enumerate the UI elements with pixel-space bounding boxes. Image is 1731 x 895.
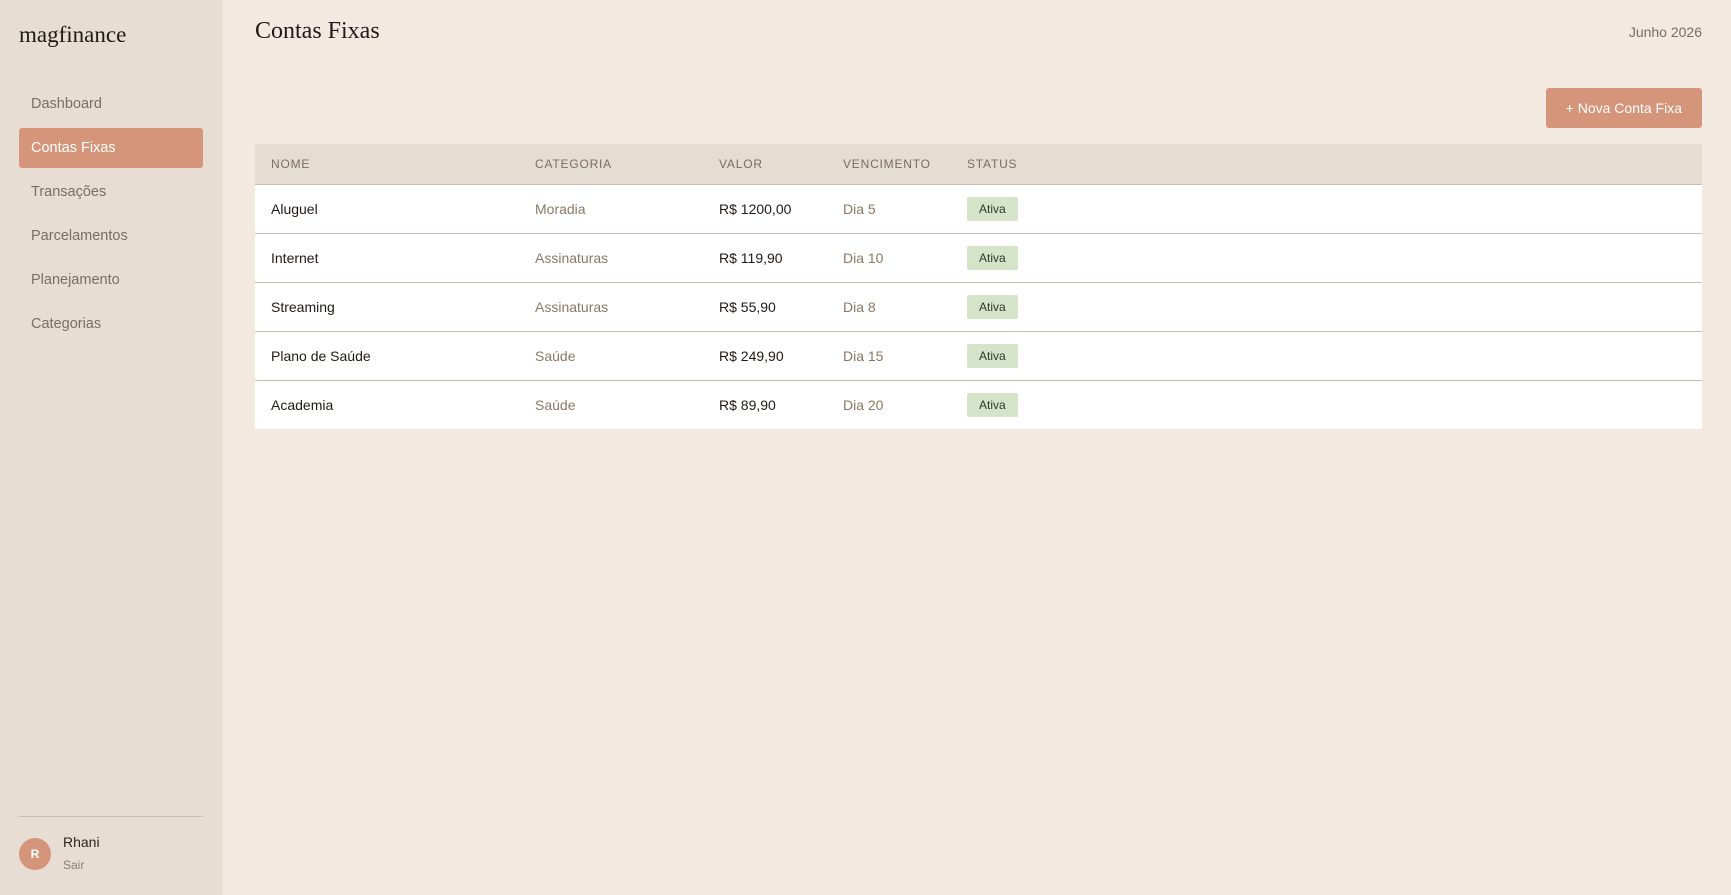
bill-value: R$ 55,90 — [703, 282, 827, 332]
user-name: Rhani — [63, 834, 100, 850]
column-header-vencimento: VENCIMENTO — [827, 144, 951, 185]
bill-category: Moradia — [519, 184, 703, 234]
bill-due-day: Dia 5 — [827, 184, 951, 234]
status-badge: Ativa — [967, 245, 1018, 270]
column-header-categoria: CATEGORIA — [519, 144, 703, 185]
bill-value: R$ 249,90 — [703, 331, 827, 381]
bill-category: Assinaturas — [519, 282, 703, 332]
column-header-nome: NOME — [255, 144, 519, 185]
table-row[interactable]: Plano de Saúde Saúde R$ 249,90 Dia 15 At… — [255, 331, 1702, 381]
bill-value: R$ 119,90 — [703, 233, 827, 283]
fixed-bills-table: NOME CATEGORIA VALOR VENCIMENTO STATUS A… — [255, 144, 1702, 429]
current-month: Junho 2026 — [1628, 24, 1702, 40]
bill-name: Plano de Saúde — [255, 331, 519, 381]
bill-name: Internet — [255, 233, 519, 283]
column-header-status: STATUS — [951, 144, 1702, 185]
main-content: Contas Fixas Junho 2026 + Nova Conta Fix… — [223, 0, 1731, 895]
table-row[interactable]: Academia Saúde R$ 89,90 Dia 20 Ativa — [255, 380, 1702, 429]
bill-status-cell: Ativa — [951, 184, 1702, 234]
table-row[interactable]: Streaming Assinaturas R$ 55,90 Dia 8 Ati… — [255, 282, 1702, 332]
bill-due-day: Dia 15 — [827, 331, 951, 381]
column-header-valor: VALOR — [703, 144, 827, 185]
bill-due-day: Dia 10 — [827, 233, 951, 283]
bill-status-cell: Ativa — [951, 282, 1702, 332]
bill-category: Saúde — [519, 331, 703, 381]
app-logo: magfinance — [19, 22, 127, 47]
page-title: Contas Fixas — [255, 18, 380, 44]
bill-due-day: Dia 20 — [843, 396, 884, 413]
sidebar-item-planejamento[interactable]: Planejamento — [19, 260, 203, 300]
bill-name: Aluguel — [255, 184, 519, 234]
sidebar-item-parcelamentos[interactable]: Parcelamentos — [19, 216, 203, 256]
table-row[interactable]: Internet Assinaturas R$ 119,90 Dia 10 At… — [255, 233, 1702, 283]
status-badge: Ativa — [967, 343, 1018, 368]
table-header-row: NOME CATEGORIA VALOR VENCIMENTO STATUS — [255, 144, 1702, 185]
bill-name: Academia — [271, 396, 334, 413]
bill-value: R$ 89,90 — [719, 396, 776, 413]
sidebar-item-dashboard[interactable]: Dashboard — [19, 84, 203, 124]
bill-category: Assinaturas — [519, 233, 703, 283]
bill-status-cell: Ativa — [951, 331, 1702, 381]
status-badge: Ativa — [967, 294, 1018, 319]
table-row[interactable]: Aluguel Moradia R$ 1200,00 Dia 5 Ativa — [255, 184, 1702, 234]
app-root: magfinance Dashboard Contas Fixas Transa… — [0, 0, 1731, 895]
sidebar-item-transacoes[interactable]: Transações — [19, 172, 203, 212]
bill-status-cell: Ativa — [951, 233, 1702, 283]
bill-status-cell: Ativa — [951, 380, 1702, 429]
sidebar-item-contas-fixas[interactable]: Contas Fixas — [19, 128, 203, 168]
user-panel: R Rhani Sair — [19, 816, 203, 895]
bill-value: R$ 1200,00 — [703, 184, 827, 234]
bill-name: Streaming — [255, 282, 519, 332]
bill-category: Saúde — [535, 396, 576, 413]
bill-due-day: Dia 8 — [827, 282, 951, 332]
sidebar-item-categorias[interactable]: Categorias — [19, 304, 203, 344]
status-badge: Ativa — [967, 392, 1018, 417]
sidebar-nav: Dashboard Contas Fixas Transações Parcel… — [19, 84, 203, 348]
new-fixed-bill-button[interactable]: + Nova Conta Fixa — [1545, 88, 1702, 128]
avatar: R — [19, 838, 51, 870]
logout-link[interactable]: Sair — [63, 858, 84, 872]
status-badge: Ativa — [967, 196, 1018, 221]
sidebar: magfinance Dashboard Contas Fixas Transa… — [0, 0, 223, 895]
